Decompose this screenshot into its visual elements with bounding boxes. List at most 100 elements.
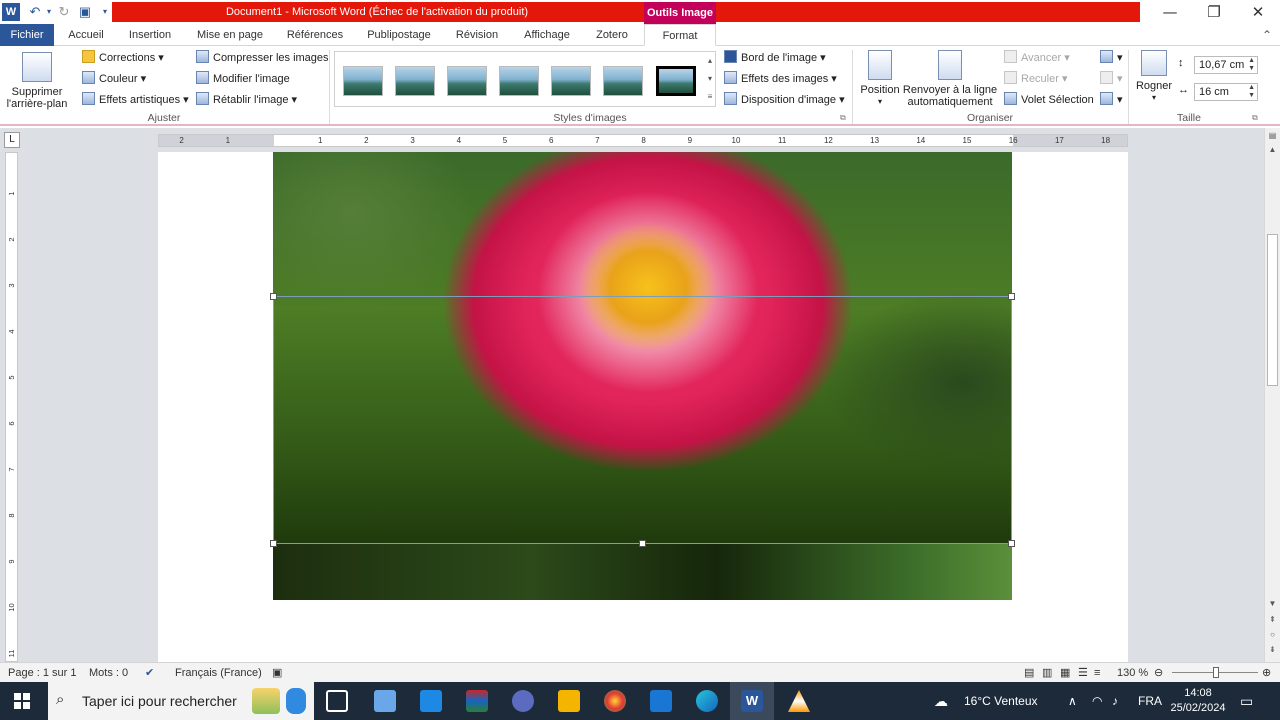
outline-view-icon[interactable]: ☰ <box>1078 663 1088 683</box>
tab-format[interactable]: Format <box>644 24 716 46</box>
tab-selector[interactable]: L <box>4 132 20 148</box>
remove-background-button[interactable]: Supprimer l'arrière-plan <box>4 52 70 110</box>
group-objects-button[interactable]: ▾ <box>1100 70 1123 88</box>
wrap-text-button[interactable]: Renvoyer à la ligne automatiquement <box>902 50 998 108</box>
rose-picture[interactable] <box>273 152 1012 544</box>
task-view-icon[interactable] <box>326 690 348 712</box>
reset-picture-button[interactable]: Rétablir l'image ▾ <box>196 91 297 109</box>
dialog-launcher-icon[interactable]: ⧉ <box>1252 113 1258 123</box>
tab-insertion[interactable]: Insertion <box>120 24 180 46</box>
picture-style-thumb[interactable] <box>343 66 383 96</box>
picture-style-thumb[interactable] <box>395 66 435 96</box>
picture-width-input[interactable]: 16 cm ▲ ▼ <box>1194 83 1258 101</box>
zoom-in-icon[interactable]: ⊕ <box>1262 663 1271 683</box>
page-count[interactable]: Page : 1 sur 1 <box>8 663 77 683</box>
file-explorer-icon[interactable] <box>558 690 580 712</box>
word-count[interactable]: Mots : 0 <box>89 663 128 683</box>
tab-zotero[interactable]: Zotero <box>588 24 636 46</box>
ribbon-collapse-icon[interactable]: ⌃ <box>1262 28 1272 42</box>
mail-icon[interactable] <box>650 690 672 712</box>
compress-pictures-button[interactable]: Compresser les images <box>196 49 329 67</box>
search-highlight-icon[interactable] <box>286 688 306 714</box>
ruler-toggle-icon[interactable]: ▤ <box>1265 130 1280 142</box>
browse-object-icon[interactable]: ○ <box>1265 629 1280 641</box>
change-picture-button[interactable]: Modifier l'image <box>196 70 290 88</box>
edge-icon[interactable] <box>696 690 718 712</box>
macro-icon[interactable]: ▣ <box>272 663 282 683</box>
effets-artistiques-button[interactable]: Effets artistiques ▾ <box>82 91 189 109</box>
picture-height-input[interactable]: 10,67 cm ▲ ▼ <box>1194 56 1258 74</box>
previous-page-icon[interactable]: ⇞ <box>1265 614 1280 626</box>
tab-publipostage[interactable]: Publipostage <box>360 24 438 46</box>
picture-style-thumb[interactable] <box>499 66 539 96</box>
web-layout-view-icon[interactable]: ▦ <box>1060 663 1070 683</box>
search-highlight-icon[interactable] <box>252 688 280 714</box>
document-page[interactable] <box>158 152 1128 662</box>
bring-forward-button[interactable]: Avancer ▾ <box>1004 49 1070 67</box>
picture-effects-button[interactable]: Effets des images ▾ <box>724 70 837 88</box>
tab-references[interactable]: Références <box>280 24 350 46</box>
winrar-icon[interactable] <box>466 690 488 712</box>
crop-button[interactable]: Rogner ▾ <box>1134 50 1174 104</box>
show-hidden-icons[interactable]: ∧ <box>1068 682 1077 720</box>
redo-icon[interactable]: ↻ <box>55 3 73 21</box>
vertical-scrollbar[interactable]: ▤ ▲ ▼ ⇞ ○ ⇟ <box>1264 128 1280 662</box>
horizontal-ruler[interactable]: 2 1 1 2 3 4 5 6 7 8 9 10 11 12 13 14 15 16 17 18 <box>158 134 1128 147</box>
resize-handle[interactable] <box>639 540 646 547</box>
tab-mise-en-page[interactable]: Mise en page <box>190 24 270 46</box>
rotate-button[interactable]: ▾ <box>1100 91 1123 109</box>
send-backward-button[interactable]: Reculer ▾ <box>1004 70 1067 88</box>
store-icon[interactable] <box>420 690 442 712</box>
language-tray[interactable]: FRA <box>1138 682 1162 720</box>
picture-style-thumb[interactable] <box>551 66 591 96</box>
picture-border-button[interactable]: Bord de l'image ▾ <box>724 49 826 67</box>
zoom-out-icon[interactable]: ⊖ <box>1154 663 1163 683</box>
position-button[interactable]: Position ▾ <box>858 50 902 108</box>
app-icon[interactable] <box>374 690 396 712</box>
picture-style-thumb-selected[interactable] <box>656 66 696 96</box>
word-taskbar-icon[interactable]: W <box>741 690 763 712</box>
tab-fichier[interactable]: Fichier <box>0 24 54 46</box>
weather-text[interactable]: 16°C Venteux <box>964 682 1038 720</box>
vlc-icon[interactable] <box>788 690 810 712</box>
tab-revision[interactable]: Révision <box>448 24 506 46</box>
resize-handle[interactable] <box>270 293 277 300</box>
gallery-scroll[interactable]: ▴ ▾ ≡ <box>704 52 716 106</box>
couleur-button[interactable]: Couleur ▾ <box>82 70 146 88</box>
picture-style-thumb[interactable] <box>603 66 643 96</box>
chrome-icon[interactable] <box>604 690 626 712</box>
next-page-icon[interactable]: ⇟ <box>1265 644 1280 656</box>
restore-button[interactable]: ❐ <box>1192 0 1236 24</box>
draft-view-icon[interactable]: ≡ <box>1094 663 1100 683</box>
align-button[interactable]: ▾ <box>1100 49 1123 67</box>
full-screen-view-icon[interactable]: ▥ <box>1042 663 1052 683</box>
tab-affichage[interactable]: Affichage <box>516 24 578 46</box>
resize-handle[interactable] <box>270 540 277 547</box>
tab-accueil[interactable]: Accueil <box>60 24 112 46</box>
spinner-arrows-icon[interactable]: ▲ ▼ <box>1248 84 1255 100</box>
volume-icon[interactable]: ♪ <box>1112 682 1118 720</box>
minimize-button[interactable]: — <box>1148 0 1192 24</box>
picture-cropped-area[interactable] <box>273 544 1012 600</box>
spinner-arrows-icon[interactable]: ▲ ▼ <box>1248 57 1255 73</box>
zoom-slider-knob[interactable] <box>1213 667 1219 678</box>
scroll-up-icon[interactable]: ▲ <box>1265 144 1280 156</box>
document-area[interactable]: 1 2 3 4 5 6 7 8 9 10 11 <box>0 152 1264 662</box>
language-indicator[interactable]: Français (France) <box>175 663 262 683</box>
close-button[interactable]: ✕ <box>1236 0 1280 24</box>
start-button[interactable] <box>0 682 46 720</box>
resize-handle[interactable] <box>1008 540 1015 547</box>
copilot-icon[interactable] <box>512 690 534 712</box>
network-icon[interactable]: ◠ <box>1092 682 1102 720</box>
picture-layout-button[interactable]: Disposition d'image ▾ <box>724 91 845 109</box>
scroll-down-icon[interactable]: ▼ <box>1265 598 1280 610</box>
corrections-button[interactable]: Corrections ▾ <box>82 49 164 67</box>
resize-handle[interactable] <box>1008 293 1015 300</box>
save-icon[interactable]: ▣ <box>76 3 94 21</box>
vertical-ruler[interactable]: 1 2 3 4 5 6 7 8 9 10 11 <box>5 152 18 662</box>
picture-style-thumb[interactable] <box>447 66 487 96</box>
zoom-level[interactable]: 130 % <box>1117 663 1148 683</box>
notifications-icon[interactable]: ▭ <box>1240 682 1253 720</box>
proofing-icon[interactable]: ✔ <box>145 663 154 683</box>
scrollbar-thumb[interactable] <box>1267 234 1278 386</box>
